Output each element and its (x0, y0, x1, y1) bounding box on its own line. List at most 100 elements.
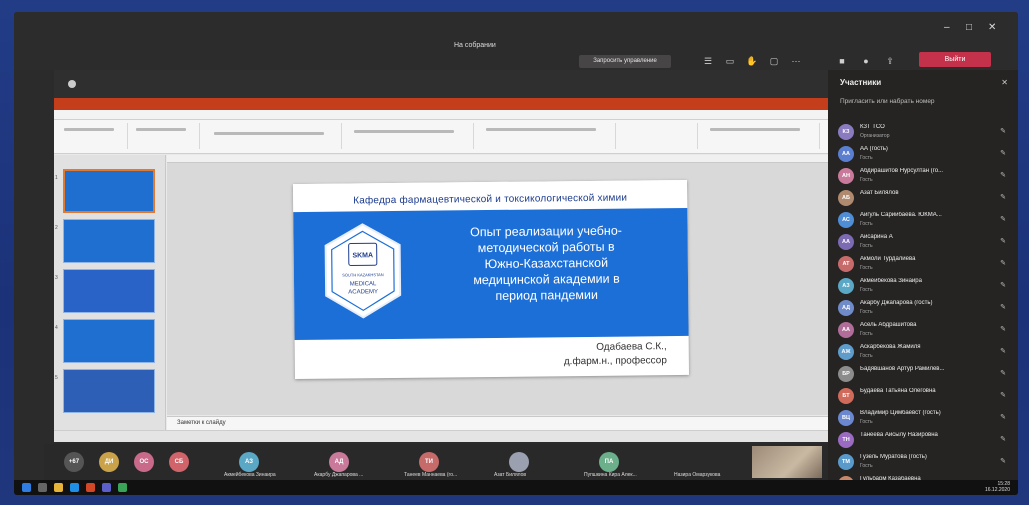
ribbon-group-arrange[interactable] (618, 123, 698, 149)
participant-role: Гость (860, 221, 873, 227)
breakout-icon[interactable]: ▢ (768, 56, 780, 66)
edge-icon[interactable] (70, 483, 79, 492)
video-avatar[interactable]: СБ (169, 452, 189, 472)
slide-thumbnail-3[interactable] (63, 269, 155, 313)
presenter-icon (68, 80, 76, 88)
ribbon-group-slides[interactable] (130, 123, 200, 149)
current-slide: Кафедра фармацевтической и токсикологиче… (292, 179, 690, 380)
participant-name: Акарбу Джапарова (гость) (860, 300, 933, 306)
department-name: Кафедра фармацевтической и токсикологиче… (353, 192, 628, 207)
photo-frame: На собрании – □ ✕ Запросить управление ☰… (0, 0, 1029, 505)
ribbon-group-clipboard[interactable] (58, 123, 128, 149)
video-participant-name: Акмейбекова Зинаира (224, 472, 276, 478)
video-avatar[interactable]: ДИ (99, 452, 119, 472)
svg-text:MEDICAL: MEDICAL (350, 281, 377, 287)
leave-button[interactable]: Выйти (919, 52, 991, 67)
avatar: АА (838, 234, 854, 250)
participant-name: Акмейбекова Зинаира (860, 278, 922, 284)
close-panel-icon[interactable]: ✕ (1001, 78, 1008, 87)
video-feed[interactable] (752, 446, 822, 478)
participant-name: Бадявшанов Артур Рамилев... (860, 366, 945, 372)
app-icon[interactable] (118, 483, 127, 492)
slide-title: Опыт реализации учебно- методической раб… (428, 222, 664, 304)
mic-muted-icon: ✎ (1000, 370, 1006, 377)
participant-role: Гость (860, 331, 873, 337)
skma-logo: SKMA SOUTH KAZAKHSTAN MEDICAL ACADEMY (324, 223, 402, 319)
participant-row[interactable]: БР Бадявшанов Артур Рамилев... ✎ (838, 364, 1010, 386)
participant-row[interactable]: АД Акарбу Джапарова (гость) Гость ✎ (838, 298, 1010, 320)
minimize-button[interactable]: – (944, 22, 950, 33)
slide-thumbnail-pane[interactable]: 1 2 3 4 5 (54, 155, 166, 442)
request-control-button[interactable]: Запросить управление (579, 55, 671, 68)
search-icon[interactable] (38, 483, 47, 492)
mic-muted-icon: ✎ (1000, 216, 1006, 223)
powerpoint-icon[interactable] (86, 483, 95, 492)
slide-thumbnail-5[interactable] (63, 369, 155, 413)
video-avatar[interactable]: ТИ (419, 452, 439, 472)
participant-row[interactable]: АА АА (гость) Гость ✎ (838, 144, 1010, 166)
mic-icon[interactable]: ● (860, 56, 872, 66)
participant-row[interactable]: АБ Азат Билялов ✎ (838, 188, 1010, 210)
maximize-button[interactable]: □ (966, 22, 972, 33)
ribbon-group-paragraph[interactable] (344, 123, 474, 149)
participant-row[interactable]: АЖ Аскарбекова Жамиля Гость ✎ (838, 342, 1010, 364)
ppt-status-bar (54, 430, 828, 442)
slide-title-band: SKMA SOUTH KAZAKHSTAN MEDICAL ACADEMY Оп… (293, 207, 689, 341)
video-avatar[interactable]: АЗ (239, 452, 259, 472)
participant-row[interactable]: АТ Акмолй Турдалиева Гость ✎ (838, 254, 1010, 276)
invite-input[interactable]: Пригласить или набрать номер (840, 98, 935, 105)
panel-title: Участники (840, 78, 882, 87)
explorer-icon[interactable] (54, 483, 63, 492)
ribbon-group-editing[interactable] (700, 123, 820, 149)
teams-icon[interactable] (102, 483, 111, 492)
video-avatar[interactable] (509, 452, 529, 472)
ribbon-group-drawing[interactable] (476, 123, 616, 149)
participant-row[interactable]: АН Абдирашитов Нурсултан (го... Гость ✎ (838, 166, 1010, 188)
participant-row[interactable]: АЗ Акмейбекова Зинаира Гость ✎ (838, 276, 1010, 298)
notes-pane[interactable]: Заметки к слайду (167, 416, 828, 430)
avatar: АС (838, 212, 854, 228)
video-avatar[interactable]: +67 (64, 452, 84, 472)
participant-row[interactable]: АА Асель Абдрашитова Гость ✎ (838, 320, 1010, 342)
close-button[interactable]: ✕ (988, 22, 996, 33)
ribbon-group-font[interactable] (202, 123, 342, 149)
video-avatar[interactable]: ОС (134, 452, 154, 472)
participant-name: Акмолй Турдалиева (860, 256, 916, 262)
video-avatar[interactable]: ПА (599, 452, 619, 472)
more-icon[interactable]: ⋯ (790, 56, 802, 66)
participant-role: Гость (860, 463, 873, 469)
participants-panel: Участники ✕ Пригласить или набрать номер… (828, 70, 1018, 495)
avatar: АА (838, 322, 854, 338)
participant-row[interactable]: АС Айгуль Сариибаева. ЮКМА... Гость ✎ (838, 210, 1010, 232)
slide-thumbnail-2[interactable] (63, 219, 155, 263)
svg-text:ACADEMY: ACADEMY (348, 289, 378, 295)
participant-row[interactable]: ТМ Гузель Муратова (гость) Гость ✎ (838, 452, 1010, 474)
participant-name: Владимир Цимбаевст (гость) (860, 410, 941, 416)
participant-row[interactable]: БТ Будаева Татьяна Олеговна ✎ (838, 386, 1010, 408)
system-clock: 15:28 16.12.2020 (985, 481, 1010, 493)
thumbnail-number: 1 (55, 175, 58, 181)
start-icon[interactable] (22, 483, 31, 492)
participant-row[interactable]: ВЦ Владимир Цимбаевст (гость) Гость ✎ (838, 408, 1010, 430)
slide-thumbnail-1[interactable] (63, 169, 155, 213)
chat-icon[interactable]: ▭ (724, 56, 736, 66)
share-icon[interactable]: ⇪ (884, 56, 896, 66)
teams-title-bar: На собрании – □ ✕ Запросить управление ☰… (14, 12, 1018, 70)
slide-thumbnail-4[interactable] (63, 319, 155, 363)
thumbnail-number: 4 (55, 325, 58, 331)
participant-name: Будаева Татьяна Олеговна (860, 388, 936, 394)
ppt-ribbon[interactable] (54, 120, 828, 154)
participant-row[interactable]: ТН Танеева Айсылу Назировна ✎ (838, 430, 1010, 452)
ribbon-item (64, 128, 114, 131)
shared-screen-header (54, 70, 828, 98)
people-icon[interactable]: ☰ (702, 56, 714, 66)
avatar: БР (838, 366, 854, 382)
participant-row[interactable]: АА Айсарина А Гость ✎ (838, 232, 1010, 254)
avatar: АТ (838, 256, 854, 272)
video-avatar[interactable]: АД (329, 452, 349, 472)
camera-icon[interactable]: ■ (836, 56, 848, 66)
ppt-ribbon-tabs[interactable] (54, 110, 828, 120)
ppt-title-bar (54, 98, 828, 110)
participant-row[interactable]: КЗ КЗТ ТСО Организатор ✎ (838, 122, 1010, 144)
hand-icon[interactable]: ✋ (746, 56, 758, 66)
